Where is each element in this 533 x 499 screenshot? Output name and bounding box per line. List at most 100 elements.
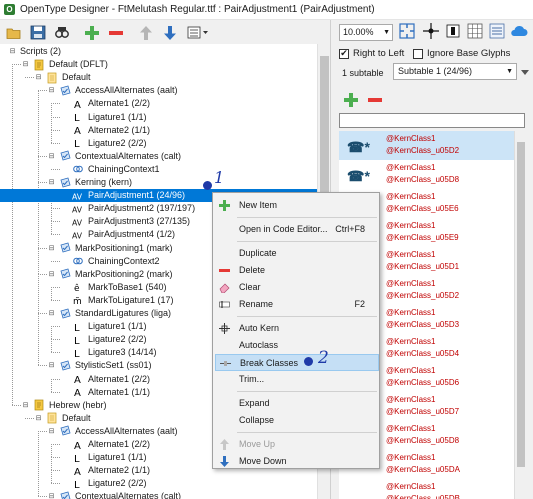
- tree-connector: [38, 496, 47, 498]
- cloud-icon[interactable]: [509, 21, 529, 40]
- menu-item-expand[interactable]: Expand: [215, 395, 379, 412]
- kern-pair-row[interactable]: ☎* @KernClass1 @KernClass_u05D2: [339, 131, 514, 160]
- tree-item[interactable]: ⊟ ContextualAlternates (calt): [47, 490, 181, 499]
- menu-item-break-classes[interactable]: Break Classes: [215, 354, 379, 371]
- menu-item-move-up[interactable]: Move Up: [215, 436, 379, 453]
- tree-item[interactable]: L Ligature2 (2/2): [60, 477, 147, 490]
- list-icon[interactable]: [487, 21, 507, 40]
- collapse-icon[interactable]: ⊟: [47, 152, 56, 161]
- language-icon: [46, 412, 58, 424]
- tree-item[interactable]: A Alternate1 (2/2): [60, 373, 150, 386]
- kern-filter-input[interactable]: [339, 113, 525, 128]
- subtable-select[interactable]: Subtable 1 (24/96) ▼: [393, 63, 517, 80]
- tree-item[interactable]: ⊟ Default (DFLT): [21, 58, 108, 71]
- collapse-icon[interactable]: ⊟: [47, 427, 56, 436]
- collapse-icon[interactable]: ⊟: [21, 401, 30, 410]
- tree-item[interactable]: ⊟ ContextualAlternates (calt): [47, 150, 182, 163]
- tree-item[interactable]: ⊟ StandardLigatures (liga): [47, 307, 172, 320]
- menu-item-new-item[interactable]: New Item: [215, 197, 379, 214]
- tree-item[interactable]: A Alternate2 (1/1): [60, 464, 150, 477]
- collapse-icon[interactable]: ⊟: [47, 309, 56, 318]
- kern-pair-row[interactable]: @KernClass1 @KernClass_u05DB: [339, 479, 514, 499]
- menu-item-delete[interactable]: Delete: [215, 262, 379, 279]
- right-to-left-checkbox[interactable]: ✔ Right to Left: [339, 48, 404, 59]
- collapse-icon[interactable]: ⊟: [47, 86, 56, 95]
- tree-item[interactable]: L Ligature1 (1/1): [60, 451, 147, 464]
- baseline-icon[interactable]: [443, 21, 463, 40]
- menu-item-open-in-code-editor[interactable]: Open in Code Editor... Ctrl+F8: [215, 221, 379, 238]
- zoom-fit-icon[interactable]: [397, 21, 417, 40]
- tree-item[interactable]: m̃ MarkToLigature1 (17): [60, 294, 174, 307]
- tree-item-label: ContextualAlternates (calt): [75, 491, 182, 499]
- tree-item[interactable]: ⊟ Default: [34, 412, 91, 425]
- tree-item[interactable]: ⊟ AccessAllAlternates (aalt): [47, 84, 178, 97]
- tree-connector: [51, 103, 52, 117]
- tree-item[interactable]: AV PairAdjustment3 (27/135): [60, 215, 190, 228]
- tree-item[interactable]: L Ligature3 (14/14): [60, 346, 157, 359]
- collapse-icon[interactable]: ⊟: [47, 270, 56, 279]
- tree-item[interactable]: ⊟ Kerning (kern): [47, 176, 132, 189]
- collapse-icon[interactable]: ⊟: [47, 361, 56, 370]
- add-icon[interactable]: [82, 23, 102, 42]
- menu-item-shortcut: F2: [354, 299, 365, 309]
- menu-item-trim[interactable]: Trim...: [215, 371, 379, 388]
- tree-item[interactable]: ChainingContext2: [60, 255, 160, 268]
- more-options-icon[interactable]: [186, 23, 212, 42]
- save-icon[interactable]: [28, 23, 48, 42]
- menu-item-move-down[interactable]: Move Down: [215, 453, 379, 470]
- kern-list-scrollbar[interactable]: [514, 131, 526, 499]
- kern-list-scrollbar-thumb[interactable]: [517, 142, 525, 467]
- tree-item[interactable]: L Ligature2 (2/2): [60, 333, 147, 346]
- tree-connector: [38, 430, 39, 497]
- add-kern-pair-icon[interactable]: [341, 90, 361, 109]
- tree-item[interactable]: A Alternate1 (2/2): [60, 97, 150, 110]
- tree-item[interactable]: A Alternate1 (1/1): [60, 386, 150, 399]
- window-title: OpenType Designer - FtMelutash Regular.t…: [20, 4, 375, 15]
- kern-left-class: @KernClass1: [386, 134, 436, 143]
- crosshair-icon[interactable]: [421, 21, 441, 40]
- tree-item[interactable]: ⊟ Hebrew (hebr): [21, 399, 107, 412]
- collapse-icon[interactable]: ⊟: [21, 60, 30, 69]
- tree-item[interactable]: ⊟ Default: [34, 71, 91, 84]
- tree-item[interactable]: ⊟ StylisticSet1 (ss01): [47, 359, 152, 372]
- tree-item[interactable]: ⊟ MarkPositioning2 (mark): [47, 268, 173, 281]
- tree-item[interactable]: ChainingContext1: [60, 163, 160, 176]
- tree-item[interactable]: ⊟ Scripts (2): [8, 45, 61, 58]
- menu-item-duplicate[interactable]: Duplicate: [215, 245, 379, 262]
- remove-kern-pair-icon[interactable]: [365, 90, 385, 109]
- collapse-icon[interactable]: ⊟: [34, 73, 43, 82]
- tree-item[interactable]: ⊟ AccessAllAlternates (aalt): [47, 425, 178, 438]
- tree-item[interactable]: L Ligature2 (2/2): [60, 137, 147, 150]
- collapse-icon[interactable]: ⊟: [47, 244, 56, 253]
- menu-item-rename[interactable]: Rename F2: [215, 296, 379, 313]
- grid-icon[interactable]: [465, 21, 485, 40]
- kern-pair-row[interactable]: ☎* @KernClass1 @KernClass_u05D8: [339, 160, 514, 189]
- collapse-icon[interactable]: ⊟: [47, 492, 56, 499]
- menu-item-clear[interactable]: Clear: [215, 279, 379, 296]
- search-icon[interactable]: [52, 23, 72, 42]
- menu-item-collapse[interactable]: Collapse: [215, 412, 379, 429]
- remove-icon[interactable]: [106, 23, 126, 42]
- move-down-icon[interactable]: [160, 23, 180, 42]
- tree-item[interactable]: A Alternate1 (2/2): [60, 438, 150, 451]
- collapse-icon[interactable]: ⊟: [47, 178, 56, 187]
- ignore-base-glyphs-checkbox[interactable]: Ignore Base Glyphs: [413, 48, 510, 59]
- lookup-l-icon: L: [72, 111, 84, 123]
- tree-item[interactable]: L Ligature1 (1/1): [60, 320, 147, 333]
- menu-item-auto-kern[interactable]: Auto Kern: [215, 320, 379, 337]
- collapse-icon[interactable]: ⊟: [8, 47, 17, 56]
- menu-item-label: Collapse: [239, 415, 275, 425]
- tree-item[interactable]: AV PairAdjustment4 (1/2): [60, 228, 175, 241]
- menu-item-autoclass[interactable]: Autoclass: [215, 337, 379, 354]
- subtable-options-icon[interactable]: [518, 63, 532, 80]
- tree-item[interactable]: ê MarkToBase1 (540): [60, 281, 167, 294]
- tree-item[interactable]: ⊟ MarkPositioning1 (mark): [47, 242, 173, 255]
- tree-item[interactable]: AV PairAdjustment2 (197/197): [60, 202, 195, 215]
- tree-item[interactable]: L Ligature1 (1/1): [60, 111, 147, 124]
- zoom-select[interactable]: 10.00% ▼: [339, 24, 393, 41]
- tree-item[interactable]: A Alternate2 (1/1): [60, 124, 150, 137]
- collapse-icon[interactable]: ⊟: [34, 414, 43, 423]
- open-folder-icon[interactable]: [4, 23, 24, 42]
- move-up-icon[interactable]: [136, 23, 156, 42]
